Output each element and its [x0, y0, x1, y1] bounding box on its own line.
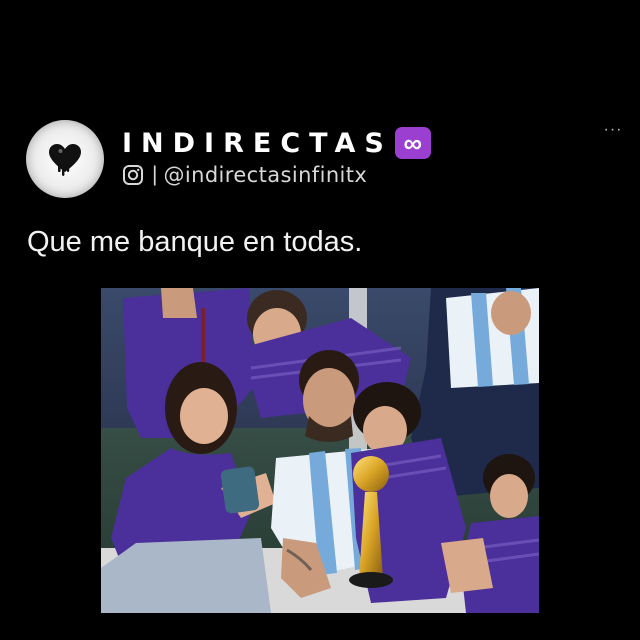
post-text: Que me banque en todas.	[27, 226, 363, 258]
avatar[interactable]	[26, 120, 104, 198]
post-card: INDIRECTAS ∞ | @indirectasinfinitx ··· Q…	[0, 0, 640, 640]
handle-separator: |	[152, 163, 158, 186]
profile-handle-row: | @indirectasinfinitx	[122, 162, 367, 188]
profile-name[interactable]: INDIRECTAS	[122, 128, 393, 159]
more-options-icon[interactable]: ···	[598, 122, 628, 138]
trophy-celebration-photo	[101, 288, 539, 613]
dripping-heart-icon	[49, 144, 81, 176]
profile-name-row: INDIRECTAS ∞	[122, 124, 431, 162]
infinity-badge: ∞	[394, 127, 431, 159]
instagram-icon	[123, 165, 143, 185]
profile-handle[interactable]: @indirectasinfinitx	[163, 163, 367, 187]
post-photo[interactable]	[101, 288, 539, 613]
